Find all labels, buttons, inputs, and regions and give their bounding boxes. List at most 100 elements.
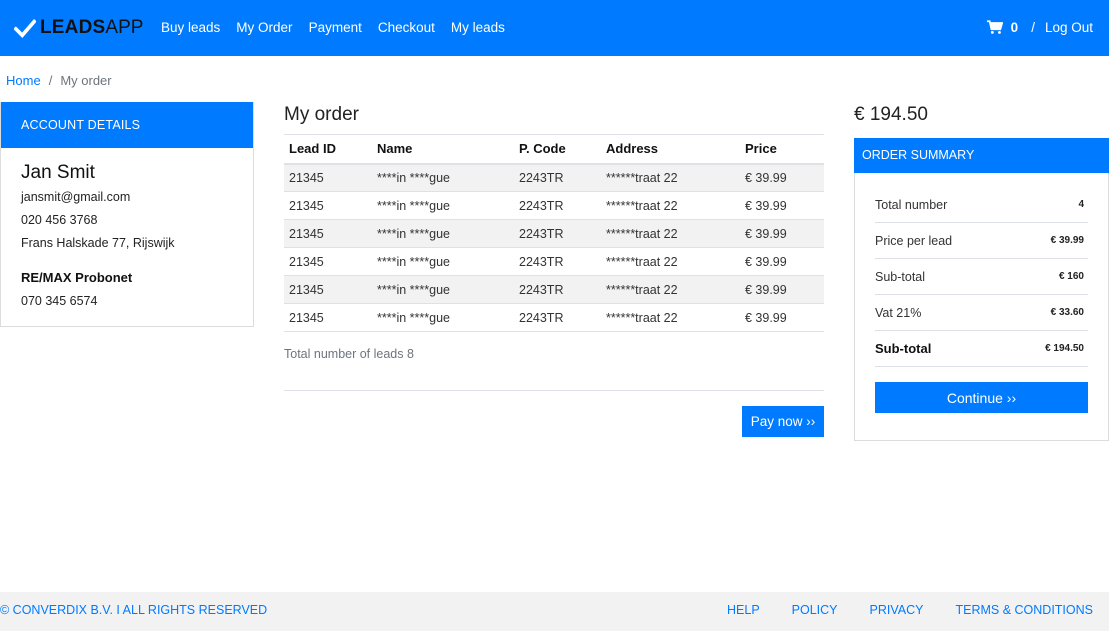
summary-rows: Total number 4 Price per lead € 39.99 Su… — [875, 187, 1088, 367]
cell-address: ******traat 22 — [601, 163, 740, 192]
cell-name: ****in ****gue — [372, 247, 514, 276]
summary-label: Total number — [875, 197, 948, 212]
summary-label: Sub-total — [875, 269, 926, 284]
order-summary-header: ORDER SUMMARY — [854, 138, 1109, 173]
account-company: RE/MAX Probonet — [21, 270, 133, 285]
cell-price: € 39.99 — [740, 219, 824, 248]
summary-row-price-per-lead: Price per lead € 39.99 — [875, 223, 1088, 259]
column-header-price: Price — [740, 134, 824, 165]
nav-links: Buy leads My Order Payment Checkout My l… — [161, 20, 521, 35]
summary-label: Sub-total — [875, 341, 932, 356]
brand-name-light: APP — [105, 17, 144, 38]
pay-now-button[interactable]: Pay now ›› — [742, 406, 824, 437]
cell-name: ****in ****gue — [372, 191, 514, 220]
logout-link[interactable]: Log Out — [1045, 20, 1093, 35]
shopping-cart-icon[interactable] — [986, 20, 1003, 35]
nav-buy-leads[interactable]: Buy leads — [161, 20, 220, 35]
summary-row-total-number: Total number 4 — [875, 187, 1088, 223]
table-row: 21345 ****in ****gue 2243TR ******traat … — [284, 219, 824, 248]
summary-row-grand-total: Sub-total € 194.50 — [875, 331, 1088, 367]
brand-name-bold: LEADS — [40, 17, 106, 38]
table-row: 21345 ****in ****gue 2243TR ******traat … — [284, 247, 824, 276]
account-address: Frans Halskade 77, Rijswijk — [21, 236, 175, 250]
account-details-panel: ACCOUNT DETAILS Jan Smit jansmit@gmail.c… — [0, 102, 254, 327]
nav-payment[interactable]: Payment — [309, 20, 362, 35]
account-company-phone: 070 345 6574 — [21, 294, 98, 308]
summary-label: Vat 21% — [875, 305, 922, 320]
footer-link-policy[interactable]: POLICY — [792, 603, 838, 617]
table-row: 21345 ****in ****gue 2243TR ******traat … — [284, 163, 824, 192]
cell-price: € 39.99 — [740, 275, 824, 304]
order-table: Lead ID Name P. Code Address Price 21345… — [284, 134, 824, 332]
table-row: 21345 ****in ****gue 2243TR ******traat … — [284, 191, 824, 220]
nav-my-leads[interactable]: My leads — [451, 20, 505, 35]
summary-value: € 33.60 — [1050, 307, 1084, 318]
footer: © CONVERDIX B.V. I ALL RIGHTS RESERVED H… — [0, 592, 1109, 631]
total-leads-text: Total number of leads 8 — [284, 347, 414, 361]
account-email: jansmit@gmail.com — [21, 190, 131, 204]
cell-lead-id: 21345 — [284, 191, 372, 220]
table-header-row: Lead ID Name P. Code Address Price — [284, 134, 824, 165]
cell-postcode: 2243TR — [514, 191, 601, 220]
table-row: 21345 ****in ****gue 2243TR ******traat … — [284, 275, 824, 304]
cell-name: ****in ****gue — [372, 303, 514, 332]
cell-address: ******traat 22 — [601, 275, 740, 304]
account-name: Jan Smit — [21, 162, 95, 183]
continue-button[interactable]: Continue ›› — [875, 382, 1088, 413]
summary-label: Price per lead — [875, 233, 953, 248]
top-navbar: LEADS APP Buy leads My Order Payment Chec… — [0, 0, 1109, 56]
copyright-text: © CONVERDIX B.V. I ALL RIGHTS RESERVED — [0, 603, 268, 617]
cell-lead-id: 21345 — [284, 219, 372, 248]
breadcrumb-home[interactable]: Home — [6, 73, 41, 88]
summary-value: € 39.99 — [1050, 235, 1084, 246]
order-summary-panel: ORDER SUMMARY Total number 4 Price per l… — [854, 138, 1109, 441]
breadcrumb-separator: / — [48, 73, 53, 88]
cell-lead-id: 21345 — [284, 275, 372, 304]
column-header-lead-id: Lead ID — [284, 134, 372, 165]
cell-name: ****in ****gue — [372, 219, 514, 248]
cell-address: ******traat 22 — [601, 219, 740, 248]
summary-value: € 160 — [1058, 271, 1084, 282]
total-price: € 194.50 — [854, 104, 928, 125]
footer-links: HELP POLICY PRIVACY TERMS & CONDITIONS — [695, 603, 1093, 617]
footer-link-help[interactable]: HELP — [727, 603, 760, 617]
summary-value: 4 — [1078, 199, 1084, 210]
cell-name: ****in ****gue — [372, 163, 514, 192]
summary-row-subtotal: Sub-total € 160 — [875, 259, 1088, 295]
nav-separator: / — [1031, 20, 1035, 35]
cell-postcode: 2243TR — [514, 275, 601, 304]
nav-right: 0 / Log Out — [986, 20, 1093, 35]
order-title: My order — [284, 104, 359, 125]
cell-postcode: 2243TR — [514, 247, 601, 276]
column-header-postcode: P. Code — [514, 134, 601, 165]
brand-logo[interactable]: LEADS APP — [14, 16, 143, 40]
cell-lead-id: 21345 — [284, 163, 372, 192]
summary-row-vat: Vat 21% € 33.60 — [875, 295, 1088, 331]
cell-lead-id: 21345 — [284, 247, 372, 276]
cell-postcode: 2243TR — [514, 163, 601, 192]
account-phone: 020 456 3768 — [21, 213, 98, 227]
footer-link-privacy[interactable]: PRIVACY — [870, 603, 924, 617]
cell-address: ******traat 22 — [601, 303, 740, 332]
cell-postcode: 2243TR — [514, 303, 601, 332]
checkmark-icon — [14, 18, 36, 39]
cell-price: € 39.99 — [740, 303, 824, 332]
cell-price: € 39.99 — [740, 163, 824, 192]
column-header-address: Address — [601, 134, 740, 165]
cart-count[interactable]: 0 — [1011, 20, 1019, 35]
footer-link-terms[interactable]: TERMS & CONDITIONS — [955, 603, 1093, 617]
column-header-name: Name — [372, 134, 514, 165]
breadcrumb-current: My order — [60, 73, 112, 88]
cell-address: ******traat 22 — [601, 247, 740, 276]
cell-address: ******traat 22 — [601, 191, 740, 220]
nav-checkout[interactable]: Checkout — [378, 20, 435, 35]
cell-postcode: 2243TR — [514, 219, 601, 248]
divider — [284, 390, 824, 391]
account-details-header: ACCOUNT DETAILS — [1, 102, 253, 148]
cell-name: ****in ****gue — [372, 275, 514, 304]
breadcrumb: Home / My order — [6, 73, 112, 88]
nav-my-order[interactable]: My Order — [236, 20, 292, 35]
table-row: 21345 ****in ****gue 2243TR ******traat … — [284, 303, 824, 332]
cell-price: € 39.99 — [740, 191, 824, 220]
summary-value: € 194.50 — [1045, 343, 1084, 354]
